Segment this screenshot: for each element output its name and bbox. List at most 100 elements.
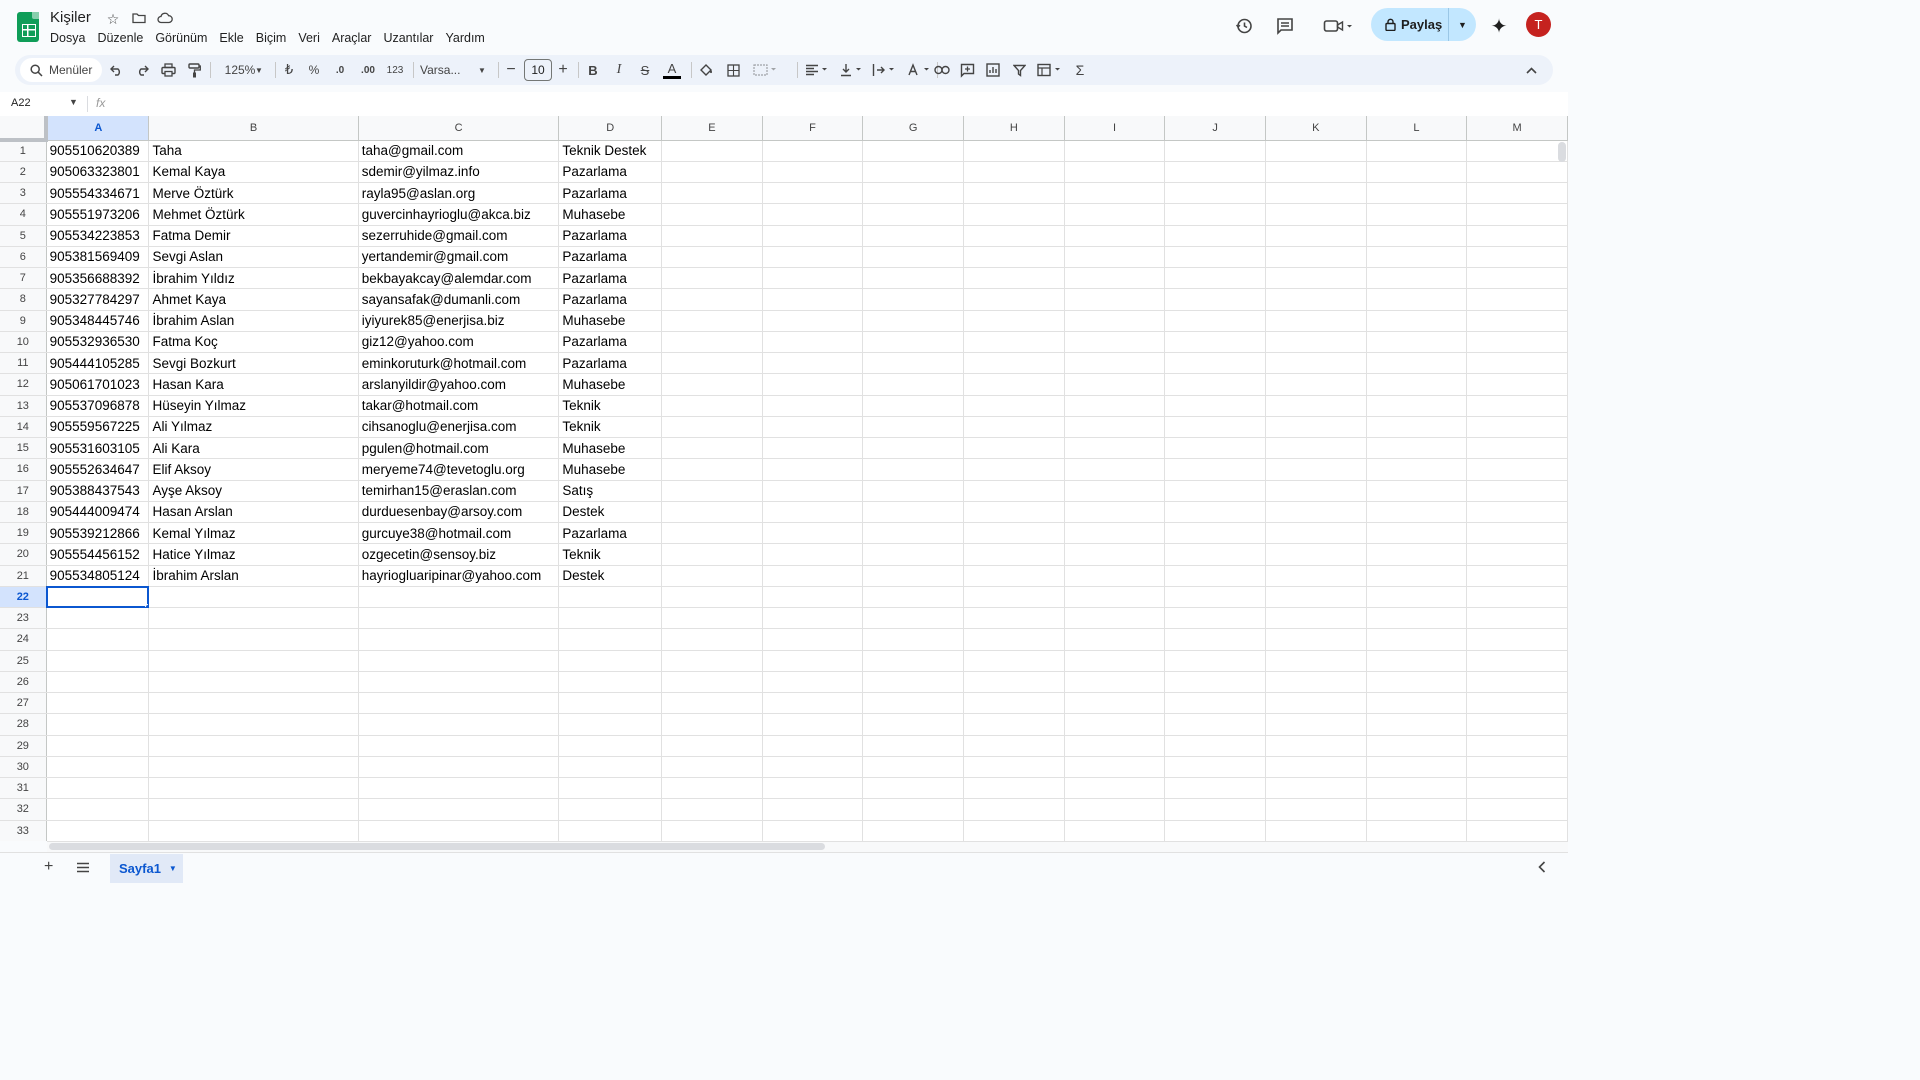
print-icon[interactable] — [158, 55, 178, 85]
cell-a27[interactable] — [46, 692, 150, 715]
cell-k24[interactable] — [1265, 628, 1367, 651]
cell-d19[interactable]: Pazarlama — [558, 522, 663, 545]
share-label-area[interactable]: Paylaş — [1371, 8, 1449, 41]
cell-f19[interactable] — [762, 522, 864, 545]
column-header-c[interactable]: C — [358, 116, 560, 141]
cell-f24[interactable] — [762, 628, 864, 651]
cell-d1[interactable]: Teknik Destek — [558, 140, 663, 162]
cell-g3[interactable] — [862, 182, 965, 205]
cell-e1[interactable] — [661, 140, 763, 162]
cell-d11[interactable]: Pazarlama — [558, 352, 663, 375]
cell-i11[interactable] — [1064, 352, 1166, 375]
column-header-m[interactable]: M — [1466, 116, 1568, 141]
cell-j27[interactable] — [1164, 692, 1266, 715]
cell-m4[interactable] — [1466, 203, 1568, 226]
cell-l10[interactable] — [1366, 331, 1468, 354]
cell-h2[interactable] — [963, 161, 1065, 184]
text-color-icon[interactable]: A — [662, 55, 682, 85]
cell-g23[interactable] — [862, 607, 965, 630]
cell-d21[interactable]: Destek — [558, 565, 663, 587]
row-header[interactable]: 8 — [0, 288, 47, 311]
cell-l15[interactable] — [1366, 437, 1468, 460]
menu-data[interactable]: Veri — [292, 29, 326, 47]
cell-h31[interactable] — [963, 777, 1065, 800]
cell-a26[interactable] — [46, 671, 150, 694]
cell-m8[interactable] — [1466, 288, 1568, 311]
select-all-corner[interactable] — [0, 116, 49, 142]
filter-icon[interactable] — [1009, 55, 1029, 85]
cell-h12[interactable] — [963, 373, 1065, 396]
cell-c1[interactable]: taha@gmail.com — [358, 140, 560, 162]
row-header[interactable]: 3 — [0, 182, 47, 205]
cell-m23[interactable] — [1466, 607, 1568, 630]
menu-insert[interactable]: Ekle — [213, 29, 249, 47]
cell-j8[interactable] — [1164, 288, 1266, 311]
cell-e28[interactable] — [661, 713, 763, 736]
cell-a14[interactable]: 905559567225 — [46, 416, 150, 439]
cell-j4[interactable] — [1164, 203, 1266, 226]
sheets-logo-icon[interactable] — [17, 12, 39, 42]
cell-l14[interactable] — [1366, 416, 1468, 439]
cell-d8[interactable]: Pazarlama — [558, 288, 663, 311]
cell-a17[interactable]: 905388437543 — [46, 480, 150, 502]
name-box-dropdown-icon[interactable]: ▼ — [69, 97, 78, 107]
cell-b19[interactable]: Kemal Yılmaz — [148, 522, 359, 545]
cell-l26[interactable] — [1366, 671, 1468, 694]
cell-c30[interactable] — [358, 756, 560, 779]
horizontal-align-icon[interactable] — [802, 55, 832, 85]
cell-b31[interactable] — [148, 777, 359, 800]
cell-g12[interactable] — [862, 373, 965, 396]
cell-c26[interactable] — [358, 671, 560, 694]
collapse-side-panel-icon[interactable] — [1538, 860, 1546, 878]
row-header[interactable]: 21 — [0, 565, 47, 587]
cell-f8[interactable] — [762, 288, 864, 311]
row-header[interactable]: 30 — [0, 756, 47, 779]
cell-b33[interactable] — [148, 820, 359, 841]
cell-e29[interactable] — [661, 735, 763, 757]
cell-l28[interactable] — [1366, 713, 1468, 736]
font-size-decrease-button[interactable]: − — [504, 55, 518, 85]
column-header-a[interactable]: A — [46, 116, 150, 141]
vertical-align-icon[interactable] — [837, 55, 867, 85]
move-folder-icon[interactable] — [130, 11, 148, 28]
cell-d26[interactable] — [558, 671, 663, 694]
cell-i15[interactable] — [1064, 437, 1166, 460]
row-header[interactable]: 2 — [0, 161, 47, 184]
cell-f15[interactable] — [762, 437, 864, 460]
cell-e33[interactable] — [661, 820, 763, 841]
cell-e11[interactable] — [661, 352, 763, 375]
cell-g17[interactable] — [862, 480, 965, 502]
cell-k5[interactable] — [1265, 225, 1367, 247]
row-header[interactable]: 14 — [0, 416, 47, 439]
cell-g1[interactable] — [862, 140, 965, 162]
cell-b15[interactable]: Ali Kara — [148, 437, 359, 460]
cell-e32[interactable] — [661, 798, 763, 821]
cell-h11[interactable] — [963, 352, 1065, 375]
cell-f27[interactable] — [762, 692, 864, 715]
cell-e7[interactable] — [661, 267, 763, 290]
cell-i3[interactable] — [1064, 182, 1166, 205]
row-header[interactable]: 7 — [0, 267, 47, 290]
row-header[interactable]: 17 — [0, 480, 47, 502]
cell-d24[interactable] — [558, 628, 663, 651]
cell-b1[interactable]: Taha — [148, 140, 359, 162]
cell-i33[interactable] — [1064, 820, 1166, 841]
cell-j29[interactable] — [1164, 735, 1266, 757]
cell-b24[interactable] — [148, 628, 359, 651]
column-header-l[interactable]: L — [1366, 116, 1468, 141]
menu-format[interactable]: Biçim — [250, 29, 293, 47]
cell-a31[interactable] — [46, 777, 150, 800]
fill-handle[interactable] — [145, 604, 148, 607]
row-header[interactable]: 18 — [0, 501, 47, 524]
cell-m1[interactable] — [1466, 140, 1568, 162]
gemini-sparkle-icon[interactable]: ✦ — [1488, 10, 1510, 42]
cell-h20[interactable] — [963, 543, 1065, 566]
version-history-icon[interactable] — [1232, 10, 1256, 42]
cell-b11[interactable]: Sevgi Bozkurt — [148, 352, 359, 375]
cell-l21[interactable] — [1366, 565, 1468, 587]
row-header[interactable]: 23 — [0, 607, 47, 630]
cell-k16[interactable] — [1265, 458, 1367, 481]
cell-i13[interactable] — [1064, 395, 1166, 417]
cell-h30[interactable] — [963, 756, 1065, 779]
row-header[interactable]: 33 — [0, 820, 47, 841]
